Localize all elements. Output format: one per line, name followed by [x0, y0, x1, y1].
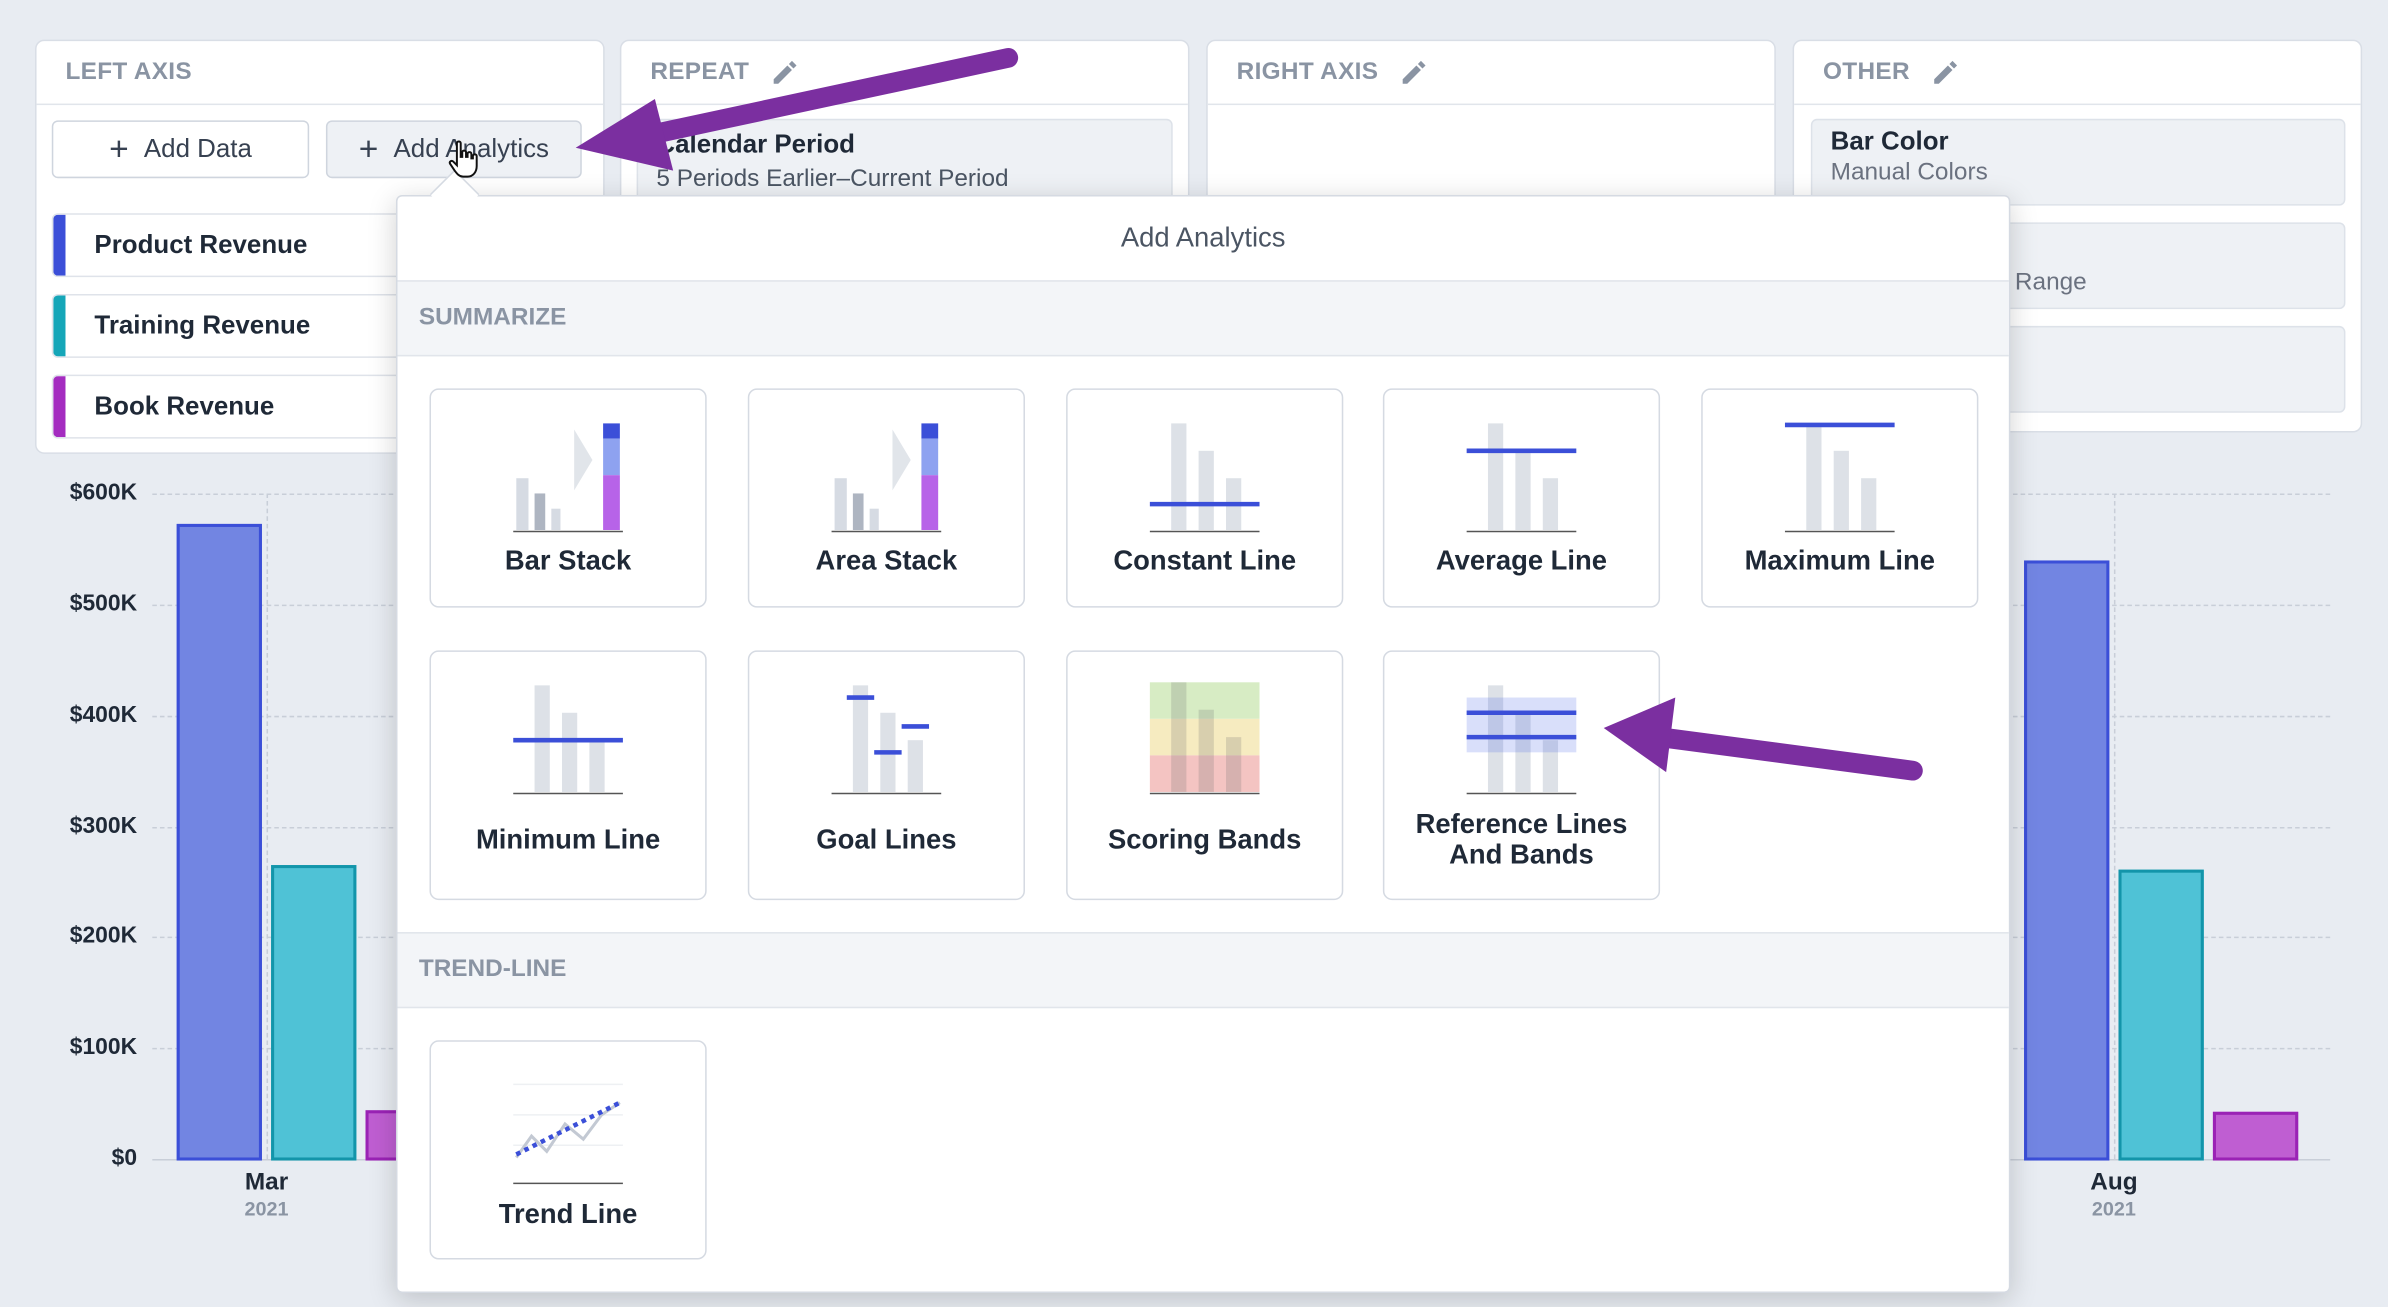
y-tick-label: $500K — [69, 590, 138, 617]
tile-label: Reference Lines — [1415, 808, 1628, 840]
calendar-period-title: Calendar Period — [656, 129, 855, 159]
x-month-label: Aug — [2090, 1169, 2138, 1196]
bar-stack-icon — [513, 423, 623, 533]
constant-line-icon — [1149, 423, 1260, 533]
bar-color-field[interactable]: Bar Color Manual Colors — [1810, 118, 2346, 206]
bar[interactable] — [176, 523, 262, 1161]
x-month-label: Mar — [244, 1169, 289, 1196]
y-tick-label: $600K — [69, 479, 138, 506]
average-line-icon — [1466, 423, 1577, 533]
y-tick-label: $400K — [69, 701, 138, 728]
bar[interactable] — [2024, 559, 2110, 1161]
series-item-product-revenue[interactable]: Product Revenue — [51, 213, 448, 278]
tile-label: Bar Stack — [504, 545, 632, 576]
series-item-book-revenue[interactable]: Book Revenue — [51, 374, 448, 439]
tile-goal-lines[interactable]: Goal Lines — [747, 650, 1025, 901]
tile-scoring-bands[interactable]: Scoring Bands — [1066, 650, 1344, 901]
calendar-period-value: 5 Periods Earlier–Current Period — [656, 166, 1009, 192]
series-label: Product Revenue — [94, 229, 308, 259]
tile-trend-line[interactable]: Trend Line — [429, 1040, 707, 1260]
x-year-label: 2021 — [2091, 1197, 2136, 1220]
bar[interactable] — [271, 865, 357, 1161]
repeat-title: REPEAT — [650, 58, 750, 85]
series-color-swatch — [53, 214, 66, 276]
tile-label: Average Line — [1435, 545, 1608, 576]
right-axis-header: RIGHT AXIS — [1207, 41, 1775, 106]
popover-title: Add Analytics — [397, 196, 2009, 282]
trend-line-section-heading: TREND-LINE — [397, 932, 2009, 1009]
bar[interactable] — [2118, 869, 2204, 1161]
x-tick-label: Aug 2021 — [2053, 1170, 2175, 1220]
tile-label: Goal Lines — [816, 823, 957, 855]
goal-lines-icon — [831, 685, 942, 795]
add-data-label: Add Data — [143, 134, 252, 163]
tile-label: Minimum Line — [475, 823, 661, 855]
other-header: OTHER — [1794, 41, 2361, 106]
y-tick-label: $300K — [69, 812, 138, 839]
minimum-line-icon — [513, 685, 623, 795]
tile-label: Area Stack — [815, 545, 958, 576]
tile-constant-line[interactable]: Constant Line — [1066, 388, 1344, 608]
maximum-line-icon — [1784, 422, 1895, 533]
series-color-swatch — [53, 376, 66, 438]
right-axis-title: RIGHT AXIS — [1236, 58, 1379, 85]
y-tick-label: $0 — [111, 1145, 138, 1172]
tile-label: And Bands — [1449, 839, 1594, 870]
tile-maximum-line[interactable]: Maximum Line — [1701, 388, 1979, 608]
app-stage: LEFT AXIS + Add Data + Add Analytics Pro… — [0, 0, 2388, 1307]
x-tick-label: Mar 2021 — [206, 1170, 328, 1220]
bar-color-title: Bar Color — [1830, 126, 1949, 156]
pencil-icon[interactable] — [1400, 59, 1427, 86]
hand-cursor-icon — [448, 140, 478, 178]
tile-label: Constant Line — [1113, 545, 1297, 576]
tile-area-stack[interactable]: Area Stack — [747, 388, 1025, 608]
bar-color-value: Manual Colors — [1830, 159, 1988, 186]
summarize-section-heading: SUMMARIZE — [397, 280, 2009, 357]
area-stack-icon — [831, 423, 942, 533]
left-axis-title: LEFT AXIS — [65, 58, 192, 85]
left-axis-header: LEFT AXIS — [36, 41, 604, 106]
scoring-bands-icon — [1149, 682, 1260, 795]
other-title: OTHER — [1823, 58, 1910, 85]
repeat-header: REPEAT — [621, 41, 1188, 106]
x-year-label: 2021 — [244, 1197, 289, 1220]
bar[interactable] — [2212, 1111, 2299, 1161]
tile-bar-stack[interactable]: Bar Stack — [429, 388, 707, 608]
reference-lines-icon — [1466, 685, 1577, 795]
tile-label: Trend Line — [498, 1198, 638, 1230]
y-tick-label: $100K — [69, 1034, 138, 1061]
plus-icon: + — [109, 129, 129, 168]
y-axis: $600K $500K $400K $300K $200K $100K $0 — [0, 457, 137, 1249]
tile-average-line[interactable]: Average Line — [1382, 388, 1661, 608]
plus-icon: + — [358, 129, 379, 168]
range-value: Range — [2014, 269, 2087, 296]
tile-label: Maximum Line — [1744, 545, 1935, 576]
series-color-swatch — [53, 295, 66, 357]
tile-reference-lines-and-bands[interactable]: Reference Lines And Bands — [1382, 650, 1661, 901]
pencil-icon[interactable] — [1931, 59, 1958, 86]
series-item-training-revenue[interactable]: Training Revenue — [51, 293, 448, 358]
series-label: Book Revenue — [94, 391, 275, 421]
add-data-button[interactable]: + Add Data — [51, 120, 310, 179]
tile-label: Scoring Bands — [1107, 823, 1302, 855]
trend-line-icon — [513, 1083, 623, 1185]
pencil-icon[interactable] — [771, 59, 798, 86]
series-label: Training Revenue — [94, 310, 311, 340]
add-analytics-popover: Add Analytics SUMMARIZE Bar Stack Area S… — [395, 194, 2011, 1294]
tile-minimum-line[interactable]: Minimum Line — [429, 650, 707, 901]
y-tick-label: $200K — [69, 923, 138, 950]
